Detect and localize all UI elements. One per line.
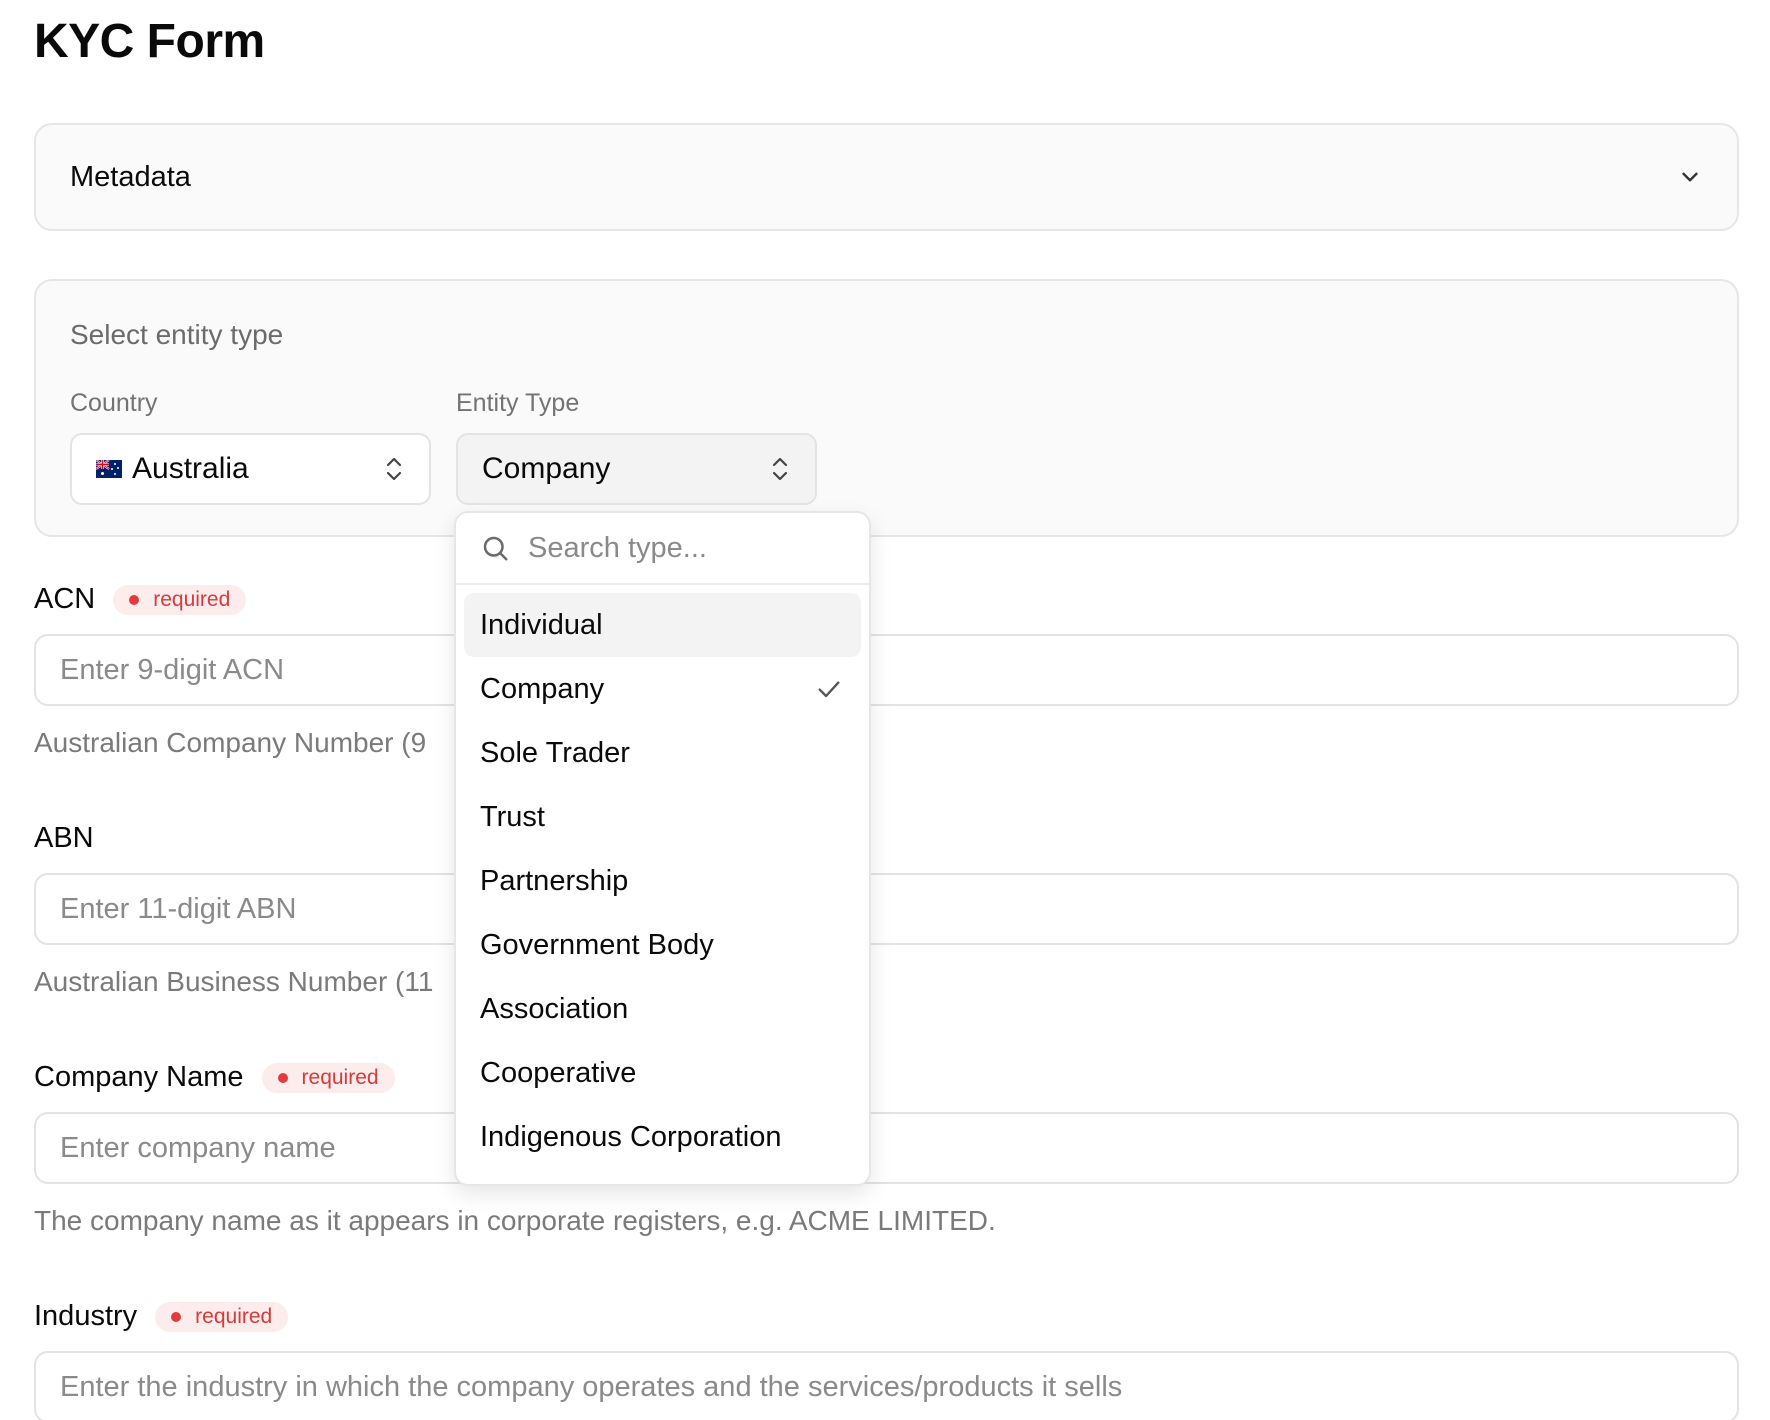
abn-help: Australian Business Number (11: [34, 966, 434, 997]
required-badge: required: [261, 1062, 395, 1093]
country-select[interactable]: Australia: [70, 433, 431, 505]
entity-type-label: Entity Type: [456, 389, 580, 417]
industry-input[interactable]: [34, 1351, 1739, 1420]
option-label: Trust: [480, 800, 545, 833]
entity-type-dropdown: Individual Company Sole Trader Trust Par…: [454, 511, 871, 1186]
check-icon: [818, 681, 840, 698]
abn-label: ABN: [34, 822, 94, 854]
dropdown-option[interactable]: Indigenous Corporation: [464, 1105, 861, 1169]
option-label: Indigenous Corporation: [480, 1120, 782, 1153]
search-icon: [483, 536, 508, 561]
kyc-page: KYC Form Metadata Select entity type Cou…: [0, 0, 1770, 1420]
dropdown-option[interactable]: Individual: [464, 593, 861, 657]
entity-card-title: Select entity type: [70, 319, 284, 350]
australia-flag-icon: [96, 460, 122, 478]
required-dot: [129, 594, 140, 605]
country-label: Country: [70, 389, 158, 417]
entity-type-select[interactable]: Company: [456, 433, 817, 505]
option-label: Cooperative: [480, 1056, 637, 1089]
abn-label-row: ABN: [34, 822, 94, 855]
dropdown-option[interactable]: Trust: [464, 785, 861, 849]
dropdown-option[interactable]: Company: [464, 657, 861, 721]
company-name-label: Company Name: [34, 1061, 244, 1093]
required-badge: required: [155, 1301, 289, 1332]
company-name-label-row: Company Name required: [34, 1061, 395, 1094]
required-text: required: [301, 1065, 379, 1089]
abn-input[interactable]: [34, 873, 1739, 945]
required-dot: [277, 1072, 288, 1083]
required-text: required: [153, 587, 231, 611]
chevron-up-down-icon: [386, 457, 402, 481]
metadata-label: Metadata: [70, 160, 191, 193]
acn-input[interactable]: [34, 634, 1739, 706]
chevron-down-icon: [1682, 172, 1698, 182]
option-label: Individual: [480, 608, 603, 641]
option-label: Association: [480, 992, 629, 1025]
dropdown-search: [456, 513, 869, 585]
option-label: Sole Trader: [480, 736, 630, 769]
dropdown-option[interactable]: Association: [464, 977, 861, 1041]
dropdown-option[interactable]: Partnership: [464, 849, 861, 913]
search-type-input[interactable]: [528, 531, 828, 565]
entity-type-card: Select entity type Country Australia Ent…: [34, 279, 1739, 537]
dropdown-option[interactable]: Cooperative: [464, 1041, 861, 1105]
acn-label: ACN: [34, 583, 96, 615]
industry-label-row: Industry required: [34, 1300, 289, 1333]
dropdown-option[interactable]: Government Body: [464, 913, 861, 977]
page-title: KYC Form: [34, 15, 265, 68]
chevron-up-down-icon: [772, 457, 788, 481]
required-badge: required: [113, 584, 247, 615]
metadata-accordion[interactable]: Metadata: [34, 123, 1739, 231]
company-name-help: The company name as it appears in corpor…: [34, 1205, 996, 1236]
entity-type-value: Company: [482, 452, 611, 485]
option-label: Partnership: [480, 864, 629, 897]
required-text: required: [195, 1304, 273, 1328]
country-value: Australia: [132, 452, 249, 485]
dropdown-options: Individual Company Sole Trader Trust Par…: [456, 585, 869, 1177]
option-label: Government Body: [480, 928, 714, 961]
acn-help: Australian Company Number (9: [34, 727, 427, 758]
required-dot: [171, 1311, 182, 1322]
company-name-input[interactable]: [34, 1112, 1739, 1184]
industry-label: Industry: [34, 1300, 138, 1332]
acn-label-row: ACN required: [34, 583, 247, 616]
dropdown-option[interactable]: Sole Trader: [464, 721, 861, 785]
option-label: Company: [480, 672, 605, 705]
